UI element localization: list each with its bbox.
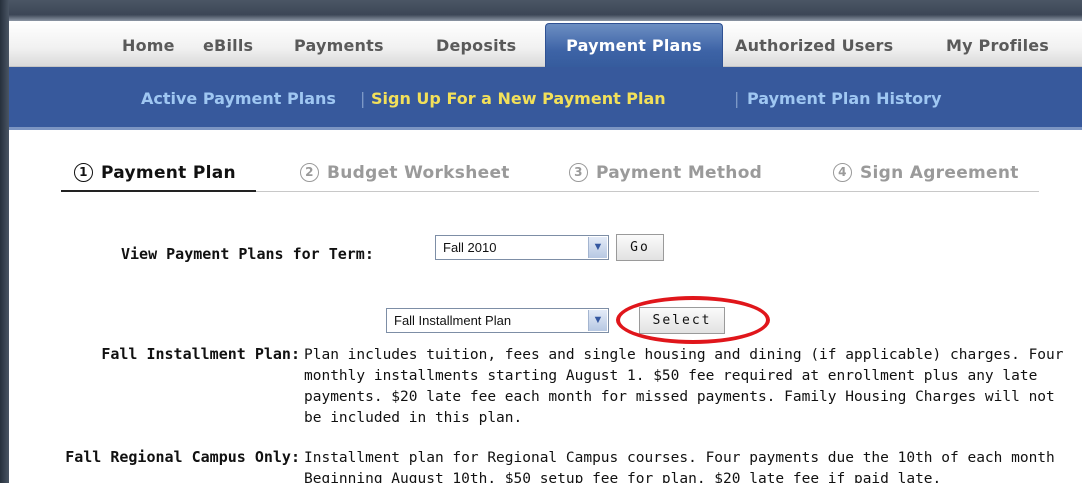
go-button[interactable]: Go [616,234,664,261]
chevron-down-icon[interactable]: ▼ [588,310,607,331]
active-step-underline [61,190,256,192]
window-frame-top [0,0,1082,21]
tab-authorized-users[interactable]: Authorized Users [735,35,893,57]
term-label: View Payment Plans for Term: [121,245,374,263]
tab-deposits[interactable]: Deposits [436,35,516,57]
annotation-ring [616,296,770,344]
plan-select-value: Fall Installment Plan [394,313,512,328]
circled-number-icon: 4 [833,163,852,182]
tab-home[interactable]: Home [122,35,175,57]
plan-description-label: Fall Installment Plan: [101,345,300,363]
circled-number-icon: 2 [300,163,319,182]
plan-description-text: Plan includes tuition, fees and single h… [304,347,1064,426]
subnav-plan-history[interactable]: Payment Plan History [747,89,942,108]
step-budget-worksheet: 2 Budget Worksheet [300,163,510,183]
step-payment-method: 3 Payment Method [569,163,762,183]
step-label: Sign Agreement [860,163,1019,183]
plan-select[interactable]: Fall Installment Plan ▼ [386,308,609,333]
step-sign-agreement: 4 Sign Agreement [833,163,1019,183]
step-payment-plan: 1 Payment Plan [74,163,236,183]
subnav-separator: | [360,89,366,108]
tab-payments[interactable]: Payments [294,35,384,57]
subnav-sign-up[interactable]: Sign Up For a New Payment Plan [371,89,666,108]
term-select[interactable]: Fall 2010 ▼ [435,235,609,260]
tab-ebills[interactable]: eBills [203,35,253,57]
subnav-active-plans[interactable]: Active Payment Plans [141,89,336,108]
circled-number-icon: 3 [569,163,588,182]
plan-description-label: Fall Regional Campus Only: [65,448,300,466]
payment-portal: Home eBills Payments Deposits Payment Pl… [9,21,1082,483]
step-label: Payment Method [596,163,763,183]
plan-description-text: Installment plan for Regional Campus cou… [304,450,1055,483]
tab-payment-plans[interactable]: Payment Plans [545,23,723,69]
chevron-down-icon[interactable]: ▼ [588,237,607,258]
tab-my-profiles[interactable]: My Profiles [946,35,1049,57]
window-frame-left [0,0,9,483]
step-label: Payment Plan [101,163,236,183]
term-select-value: Fall 2010 [443,240,497,255]
step-label: Budget Worksheet [327,163,510,183]
subnav-separator: | [734,89,740,108]
payment-plans-subnav: Active Payment Plans | Sign Up For a New… [9,67,1082,130]
main-tab-bar: Home eBills Payments Deposits Payment Pl… [9,21,1082,69]
circled-number-icon: 1 [74,163,93,182]
